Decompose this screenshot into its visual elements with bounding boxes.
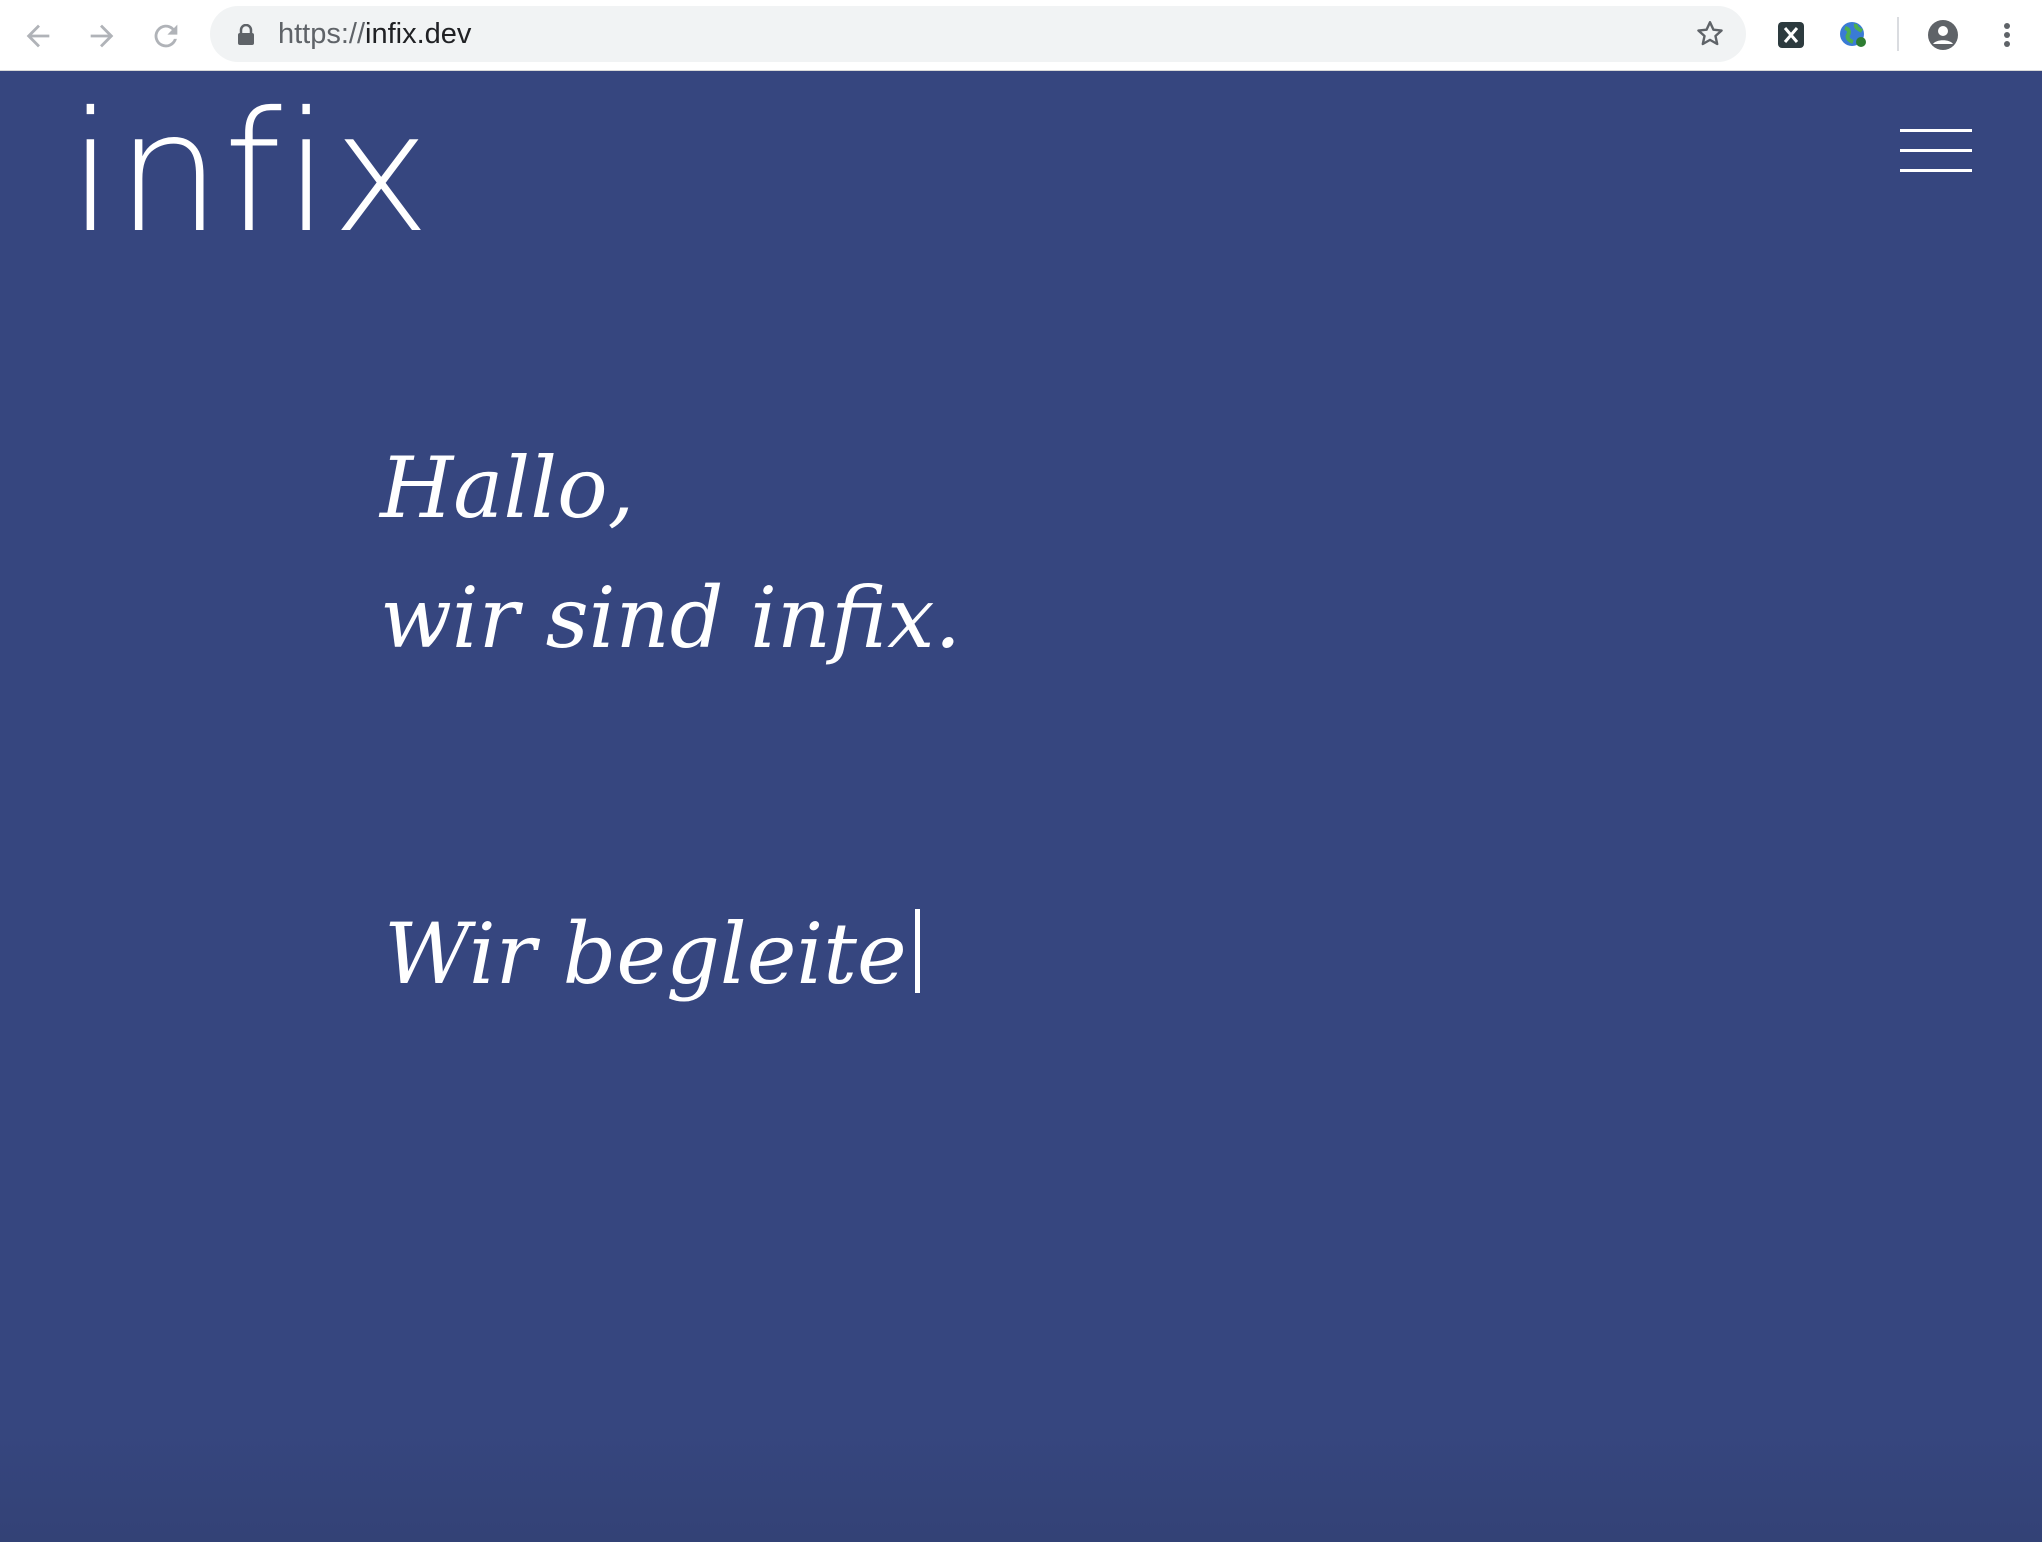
hero-heading: Hallo, wir sind infix. <box>380 423 961 683</box>
kebab-menu-icon[interactable] <box>1990 18 2024 52</box>
typed-text-content: Wir begleite <box>384 905 907 1003</box>
reload-button[interactable] <box>144 14 188 58</box>
typed-text: Wir begleite <box>384 889 920 1019</box>
site-logo[interactable]: infix <box>68 91 432 257</box>
lock-icon <box>238 24 254 45</box>
hero-line-2: wir sind infix. <box>380 569 962 667</box>
url-scheme: https:// <box>278 18 366 50</box>
forward-button[interactable] <box>80 14 124 58</box>
hero-line-1: Hallo, <box>380 439 635 537</box>
reload-icon <box>154 24 178 48</box>
text-cursor <box>914 909 920 993</box>
arrow-right-icon <box>90 24 114 48</box>
arrow-left-icon <box>26 24 50 48</box>
page-content: infix Hallo, wir sind infix. Wir begleit… <box>0 71 2042 1542</box>
back-button[interactable] <box>16 14 60 58</box>
address-bar[interactable]: https://infix.dev <box>210 6 1746 62</box>
toolbar-separator <box>1897 17 1899 51</box>
account-icon[interactable] <box>1926 18 1960 52</box>
browser-toolbar: https://infix.dev <box>0 0 2042 71</box>
x-extension-icon[interactable] <box>1774 18 1808 52</box>
url-host: infix.dev <box>365 18 472 50</box>
star-icon[interactable] <box>1694 18 1726 50</box>
url-text[interactable]: https://infix.dev <box>278 6 471 62</box>
globe-icon[interactable] <box>1836 18 1870 52</box>
hamburger-icon[interactable] <box>1900 129 1972 173</box>
